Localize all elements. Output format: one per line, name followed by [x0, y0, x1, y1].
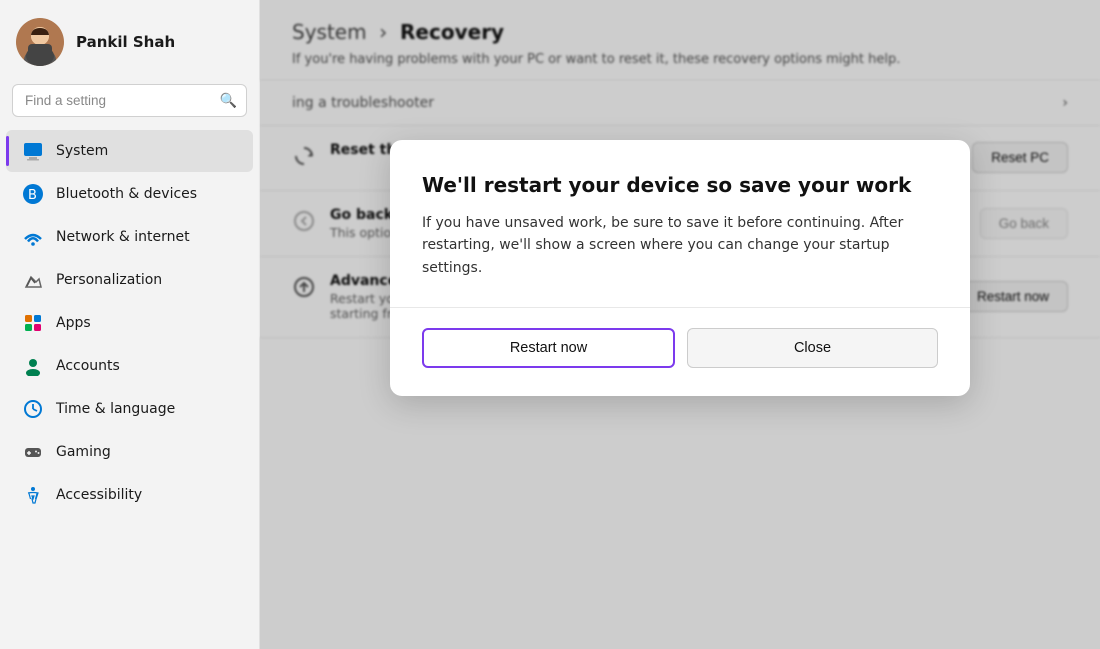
sidebar-item-time[interactable]: Time & language [6, 388, 253, 430]
svg-text:B: B [28, 188, 37, 203]
sidebar-item-network-label: Network & internet [56, 229, 190, 245]
dialog-body: If you have unsaved work, be sure to sav… [422, 212, 938, 279]
sidebar-item-apps[interactable]: Apps [6, 302, 253, 344]
accessibility-icon [22, 484, 44, 506]
apps-icon [22, 312, 44, 334]
personalization-icon [22, 269, 44, 291]
dialog-buttons: Restart now Close [422, 328, 938, 368]
sidebar-item-network[interactable]: Network & internet [6, 216, 253, 258]
sidebar-item-system[interactable]: System [6, 130, 253, 172]
avatar [16, 18, 64, 66]
close-dialog-button[interactable]: Close [687, 328, 938, 368]
dialog-divider [390, 307, 970, 308]
sidebar-item-accessibility-label: Accessibility [56, 487, 142, 503]
user-name: Pankil Shah [76, 33, 175, 51]
sidebar-item-accessibility[interactable]: Accessibility [6, 474, 253, 516]
user-profile[interactable]: Pankil Shah [0, 0, 259, 80]
sidebar-item-gaming-label: Gaming [56, 444, 111, 460]
restart-dialog: We'll restart your device so save your w… [390, 140, 970, 396]
search-icon: 🔍 [220, 93, 237, 109]
sidebar-item-apps-label: Apps [56, 315, 91, 331]
time-icon [22, 398, 44, 420]
dialog-title: We'll restart your device so save your w… [422, 172, 938, 198]
search-bar[interactable]: 🔍 [12, 84, 247, 117]
sidebar-item-personalization[interactable]: Personalization [6, 259, 253, 301]
bluetooth-icon: B [22, 183, 44, 205]
system-icon [22, 140, 44, 162]
sidebar-item-accounts[interactable]: Accounts [6, 345, 253, 387]
accounts-icon [22, 355, 44, 377]
sidebar-item-personalization-label: Personalization [56, 272, 162, 288]
sidebar: Pankil Shah 🔍 System B Bluetooth & devic… [0, 0, 260, 649]
sidebar-item-system-label: System [56, 143, 108, 159]
nav-list: System B Bluetooth & devices Network & i… [0, 129, 259, 649]
gaming-icon [22, 441, 44, 463]
sidebar-item-accounts-label: Accounts [56, 358, 120, 374]
search-input[interactable] [12, 84, 247, 117]
network-icon [22, 226, 44, 248]
sidebar-item-gaming[interactable]: Gaming [6, 431, 253, 473]
main-content: System › Recovery If you're having probl… [260, 0, 1100, 649]
sidebar-item-bluetooth-label: Bluetooth & devices [56, 186, 197, 202]
modal-overlay: We'll restart your device so save your w… [260, 0, 1100, 649]
sidebar-item-time-label: Time & language [56, 401, 175, 417]
restart-now-button[interactable]: Restart now [422, 328, 675, 368]
sidebar-item-bluetooth[interactable]: B Bluetooth & devices [6, 173, 253, 215]
